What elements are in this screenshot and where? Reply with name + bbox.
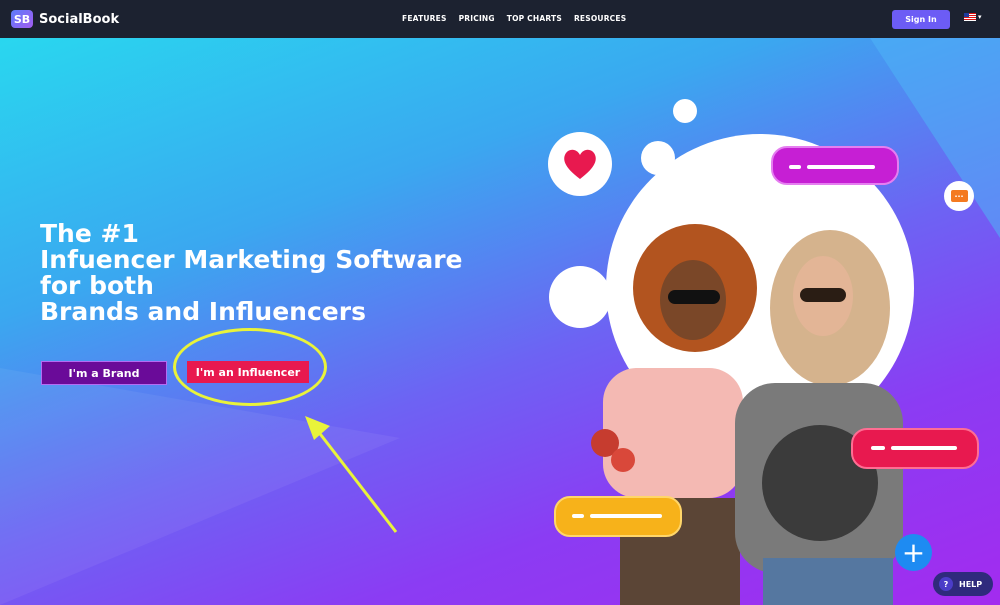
logo-text: SocialBook <box>39 11 120 27</box>
socialbook-logo[interactable]: SB SocialBook <box>11 10 119 28</box>
hero-section: The #1 Infuencer Marketing Software for … <box>0 38 1000 605</box>
chat-bubble-yellow <box>554 496 682 537</box>
headline-line-3: for both <box>40 271 154 300</box>
logo-mark: SB <box>11 10 33 28</box>
headline-line-4: Brands and Influencers <box>40 297 366 326</box>
nav-link-top-charts[interactable]: TOP CHARTS <box>507 14 562 23</box>
hero-headline: The #1 Infuencer Marketing Software for … <box>40 221 500 325</box>
annotation-arrow <box>305 416 398 533</box>
nav-link-features[interactable]: FEATURES <box>402 14 447 23</box>
caret-down-icon: ▾ <box>978 13 982 21</box>
annotation-ellipse <box>173 328 327 406</box>
add-button[interactable]: + <box>895 534 932 571</box>
chat-bubble-red <box>851 428 979 469</box>
question-icon: ? <box>939 577 953 591</box>
chat-icon: ··· <box>950 190 968 202</box>
headline-line-1: The #1 <box>40 219 139 248</box>
nav-link-pricing[interactable]: PRICING <box>459 14 495 23</box>
headline-line-2: Infuencer Marketing Software <box>40 245 463 274</box>
language-selector[interactable]: ▾ <box>964 13 982 21</box>
sign-in-button[interactable]: Sign In <box>892 10 950 29</box>
us-flag-icon <box>964 13 976 21</box>
top-navbar: SB SocialBook FEATURES PRICING TOP CHART… <box>0 0 1000 38</box>
plus-icon: + <box>901 535 926 569</box>
influencers-photo <box>591 224 903 605</box>
help-widget[interactable]: ? HELP <box>933 572 993 596</box>
heart-icon <box>564 149 596 179</box>
chat-bubble-magenta <box>771 146 899 185</box>
nav-link-resources[interactable]: RESOURCES <box>574 14 626 23</box>
brand-button[interactable]: I'm a Brand <box>41 361 167 385</box>
chat-badge: ··· <box>944 181 974 211</box>
decor-circle-small <box>673 99 697 123</box>
help-label: HELP <box>959 579 983 589</box>
main-menu: FEATURES PRICING TOP CHARTS RESOURCES <box>402 14 626 23</box>
heart-badge <box>548 132 612 196</box>
